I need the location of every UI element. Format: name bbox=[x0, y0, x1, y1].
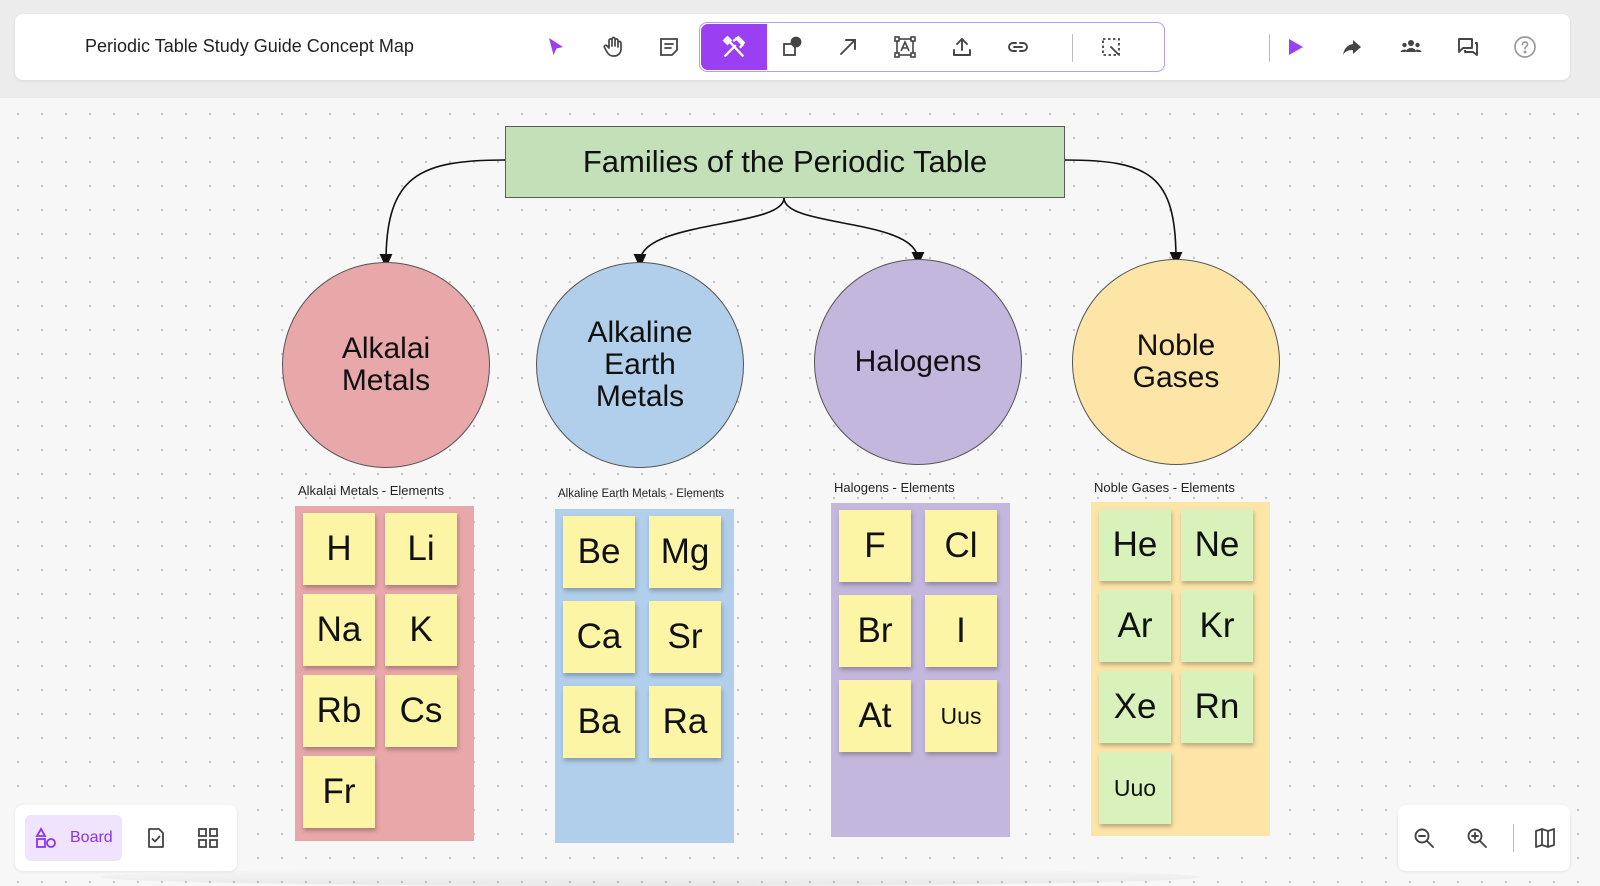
present-icon[interactable] bbox=[1275, 27, 1315, 67]
board-view-label: Board bbox=[70, 829, 113, 846]
elements-label-alkaline: Alkaline Earth Metals - Elements bbox=[558, 488, 725, 500]
element-sticky[interactable]: Cs bbox=[385, 675, 457, 747]
element-sticky[interactable]: Fr bbox=[303, 756, 375, 828]
view-switcher: Board bbox=[15, 805, 237, 871]
board-icon bbox=[35, 827, 56, 848]
collaborators-icon[interactable] bbox=[1391, 27, 1431, 67]
concept-map-title[interactable]: Families of the Periodic Table bbox=[505, 126, 1065, 198]
element-sticky[interactable]: Sr bbox=[649, 601, 721, 673]
bottom-shadow bbox=[100, 868, 1200, 886]
element-sticky[interactable]: I bbox=[925, 595, 997, 667]
select-area-icon[interactable] bbox=[1091, 27, 1131, 67]
top-toolbar: Periodic Table Study Guide Concept Map bbox=[15, 14, 1570, 80]
hand-icon[interactable] bbox=[593, 27, 633, 67]
share-icon[interactable] bbox=[1332, 27, 1372, 67]
element-sticky[interactable]: Ar bbox=[1099, 590, 1171, 662]
element-sticky[interactable]: Rn bbox=[1181, 671, 1253, 743]
help-icon[interactable] bbox=[1505, 27, 1545, 67]
connector-halogens bbox=[783, 197, 925, 267]
board-view-button[interactable]: Board bbox=[25, 815, 122, 861]
document-title[interactable]: Periodic Table Study Guide Concept Map bbox=[85, 36, 414, 57]
family-halogens[interactable]: Halogens bbox=[814, 259, 1022, 465]
board-canvas[interactable]: Families of the Periodic Table Alkalai M… bbox=[0, 0, 1600, 886]
element-sticky[interactable]: Kr bbox=[1181, 590, 1253, 662]
element-sticky[interactable]: Uus bbox=[925, 680, 997, 752]
shapes-icon[interactable] bbox=[772, 27, 812, 67]
family-alkalai-metals[interactable]: Alkalai Metals bbox=[282, 262, 490, 468]
element-sticky[interactable]: Ne bbox=[1181, 509, 1253, 581]
element-sticky[interactable]: Na bbox=[303, 594, 375, 666]
family-noble-gases[interactable]: Noble Gases bbox=[1072, 259, 1280, 465]
toolbar-divider bbox=[1072, 34, 1073, 62]
connector-alkaline bbox=[633, 197, 785, 269]
sticky-note-icon[interactable] bbox=[649, 27, 689, 67]
map-icon[interactable] bbox=[1525, 818, 1565, 858]
select-icon[interactable] bbox=[536, 27, 576, 67]
zoom-in-icon[interactable] bbox=[1457, 818, 1497, 858]
link-icon[interactable] bbox=[998, 27, 1038, 67]
zoom-controls bbox=[1398, 805, 1570, 871]
comments-icon[interactable] bbox=[1448, 27, 1488, 67]
element-sticky[interactable]: K bbox=[385, 594, 457, 666]
element-sticky[interactable]: F bbox=[839, 510, 911, 582]
element-sticky[interactable]: Ra bbox=[649, 686, 721, 758]
element-sticky[interactable]: At bbox=[839, 680, 911, 752]
connector-alkalai bbox=[379, 159, 506, 269]
element-sticky[interactable]: Li bbox=[385, 513, 457, 585]
elements-label-noble: Noble Gases - Elements bbox=[1094, 480, 1235, 495]
document-check-icon[interactable] bbox=[136, 818, 176, 858]
element-sticky[interactable]: Ba bbox=[563, 686, 635, 758]
text-icon[interactable] bbox=[885, 27, 925, 67]
element-sticky[interactable]: Uuo bbox=[1099, 752, 1171, 824]
element-sticky[interactable]: He bbox=[1099, 509, 1171, 581]
toolbar-divider bbox=[1269, 34, 1270, 62]
arrow-icon[interactable] bbox=[828, 27, 868, 67]
upload-icon[interactable] bbox=[942, 27, 982, 67]
element-sticky[interactable]: Ca bbox=[563, 601, 635, 673]
element-sticky[interactable]: Be bbox=[563, 516, 635, 588]
element-sticky[interactable]: Xe bbox=[1099, 671, 1171, 743]
element-sticky[interactable]: Br bbox=[839, 595, 911, 667]
connector-noble bbox=[1064, 159, 1183, 267]
zoom-divider bbox=[1513, 824, 1514, 852]
family-alkaline-earth-metals[interactable]: Alkaline Earth Metals bbox=[536, 262, 744, 468]
zoom-out-icon[interactable] bbox=[1404, 818, 1444, 858]
grid-view-icon[interactable] bbox=[188, 818, 228, 858]
element-sticky[interactable]: H bbox=[303, 513, 375, 585]
elements-label-halogens: Halogens - Elements bbox=[834, 480, 955, 495]
element-sticky[interactable]: Rb bbox=[303, 675, 375, 747]
tools-icon[interactable] bbox=[701, 24, 767, 70]
elements-label-alkalai: Alkalai Metals - Elements bbox=[298, 483, 444, 498]
element-sticky[interactable]: Mg bbox=[649, 516, 721, 588]
element-sticky[interactable]: Cl bbox=[925, 510, 997, 582]
